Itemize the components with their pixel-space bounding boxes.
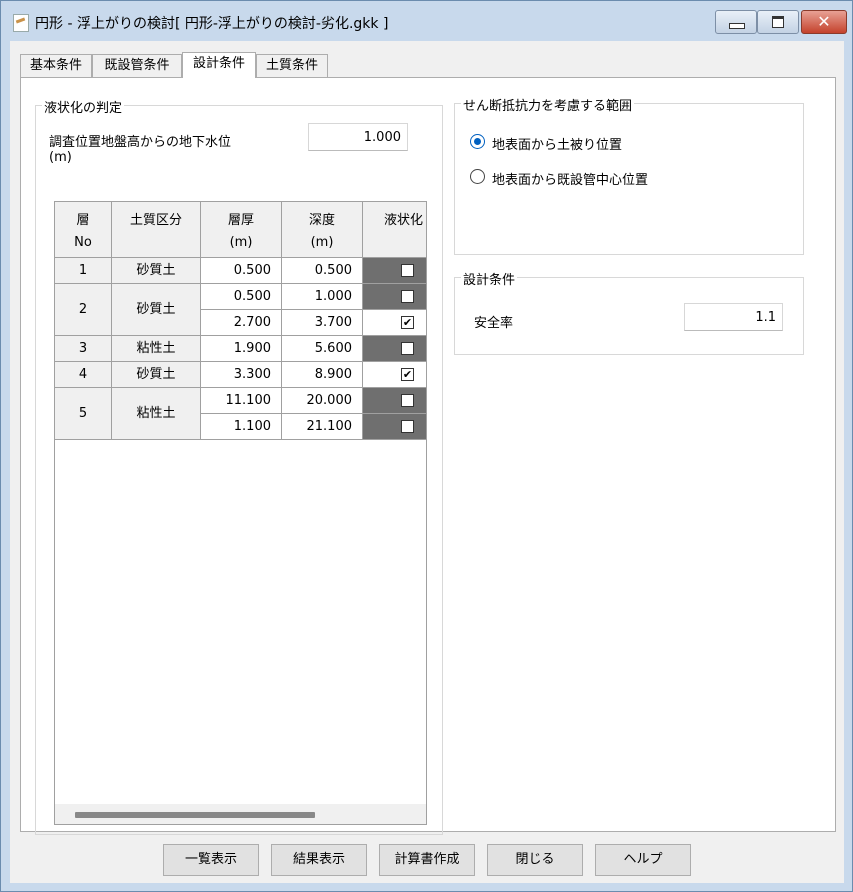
soil-type-cell[interactable]: 粘性土 [112, 388, 201, 440]
header-depth: 深度 (m) [282, 202, 363, 258]
liquefaction-cell [363, 414, 426, 440]
design-conditions-group-title: 設計条件 [461, 269, 518, 288]
thickness-cell[interactable]: 2.700 [201, 310, 282, 336]
radio-ground-to-pipe-center[interactable] [470, 169, 485, 184]
tab-existing-pipe-conditions[interactable]: 既設管条件 [92, 54, 182, 77]
design-conditions-group: 設計条件 安全率 1.1 [454, 269, 804, 355]
liquefaction-checkbox[interactable] [401, 342, 414, 355]
depth-cell: 8.900 [282, 362, 363, 388]
tab-page-design-conditions: 液状化の判定 調査位置地盤高からの地下水位 (m) 1.000 層 No 土質区… [20, 77, 836, 835]
soil-layer-grid[interactable]: 層 No 土質区分 層厚 (m) 深度 (m) 液状化 1 砂質土 0.500 … [54, 201, 427, 825]
liquefaction-cell: ✔ [363, 310, 426, 336]
soil-type-cell[interactable]: 砂質土 [112, 362, 201, 388]
liquefaction-checkbox-checked[interactable]: ✔ [401, 368, 414, 381]
minimize-icon [729, 23, 745, 29]
title-bar[interactable]: 円形 - 浮上がりの検討[ 円形-浮上がりの検討-劣化.gkk ] ✕ [1, 1, 852, 41]
water-level-input[interactable]: 1.000 [308, 123, 408, 151]
liquefaction-group: 液状化の判定 調査位置地盤高からの地下水位 (m) 1.000 層 No 土質区… [35, 97, 443, 835]
header-liquefaction: 液状化 [363, 202, 426, 258]
liquefaction-checkbox-checked[interactable]: ✔ [401, 316, 414, 329]
results-view-button[interactable]: 結果表示 [271, 844, 367, 876]
liquefaction-cell [363, 284, 426, 310]
radio-ground-to-pipe-center-label[interactable]: 地表面から既設管中心位置 [492, 169, 648, 188]
tab-basic-conditions[interactable]: 基本条件 [20, 54, 92, 77]
thickness-cell[interactable]: 0.500 [201, 284, 282, 310]
shear-range-group: せん断抵抗力を考慮する範囲 地表面から土被り位置 地表面から既設管中心位置 [454, 95, 804, 255]
close-button[interactable]: 閉じる [487, 844, 583, 876]
depth-cell: 5.600 [282, 336, 363, 362]
safety-factor-input[interactable]: 1.1 [684, 303, 783, 331]
layer-no-cell: 5 [55, 388, 112, 440]
minimize-button[interactable] [715, 10, 757, 34]
liquefaction-group-title: 液状化の判定 [42, 97, 125, 116]
app-icon [13, 14, 29, 32]
header-layer-no-line2: No [74, 235, 92, 250]
thickness-cell[interactable]: 1.100 [201, 414, 282, 440]
header-layer-no: 層 No [55, 202, 112, 258]
liquefaction-cell [363, 388, 426, 414]
liquefaction-checkbox[interactable] [401, 290, 414, 303]
liquefaction-cell [363, 336, 426, 362]
depth-cell: 0.500 [282, 258, 363, 284]
shear-range-group-title: せん断抵抗力を考慮する範囲 [461, 95, 635, 114]
list-view-button[interactable]: 一覧表示 [163, 844, 259, 876]
horizontal-scrollbar[interactable] [55, 804, 426, 824]
tab-design-conditions[interactable]: 設計条件 [182, 52, 256, 78]
maximize-icon [772, 16, 784, 28]
soil-type-cell[interactable]: 粘性土 [112, 336, 201, 362]
app-window: 円形 - 浮上がりの検討[ 円形-浮上がりの検討-劣化.gkk ] ✕ 基本条件… [0, 0, 853, 892]
safety-factor-label: 安全率 [474, 316, 514, 331]
liquefaction-cell [363, 258, 426, 284]
layer-no-cell: 3 [55, 336, 112, 362]
header-liquefaction-text: 液状化 [384, 213, 424, 228]
layer-no-cell: 4 [55, 362, 112, 388]
layer-no-cell: 2 [55, 284, 112, 336]
thickness-cell[interactable]: 1.900 [201, 336, 282, 362]
radio-ground-to-cover-label[interactable]: 地表面から土被り位置 [492, 134, 622, 153]
depth-cell: 3.700 [282, 310, 363, 336]
liquefaction-cell: ✔ [363, 362, 426, 388]
dialog-client-area: 基本条件 既設管条件 設計条件 土質条件 液状化の判定 調査位置地盤高からの地下… [10, 41, 844, 883]
horizontal-scrollbar-thumb[interactable] [75, 812, 315, 818]
thickness-cell[interactable]: 11.100 [201, 388, 282, 414]
help-button[interactable]: ヘルプ [595, 844, 691, 876]
depth-cell: 20.000 [282, 388, 363, 414]
tab-soil-conditions[interactable]: 土質条件 [256, 54, 328, 77]
thickness-cell[interactable]: 3.300 [201, 362, 282, 388]
maximize-button[interactable] [757, 10, 799, 34]
radio-ground-to-cover[interactable] [470, 134, 485, 149]
thickness-cell[interactable]: 0.500 [201, 258, 282, 284]
liquefaction-checkbox[interactable] [401, 420, 414, 433]
close-window-button[interactable]: ✕ [801, 10, 847, 34]
header-depth-line1: 深度 [308, 213, 335, 228]
water-level-unit: (m) [49, 150, 72, 165]
header-soil-type-text: 土質区分 [129, 213, 182, 228]
depth-cell: 1.000 [282, 284, 363, 310]
header-thickness: 層厚 (m) [201, 202, 282, 258]
close-icon: ✕ [817, 12, 831, 31]
header-thickness-line2: (m) [229, 235, 253, 250]
layer-no-cell: 1 [55, 258, 112, 284]
header-layer-no-line1: 層 [76, 213, 90, 228]
water-level-label: 調査位置地盤高からの地下水位 [49, 135, 232, 150]
header-thickness-line1: 層厚 [227, 213, 254, 228]
soil-type-cell[interactable]: 砂質土 [112, 258, 201, 284]
header-soil-type: 土質区分 [112, 202, 201, 258]
soil-type-cell[interactable]: 砂質土 [112, 284, 201, 336]
header-depth-line2: (m) [310, 235, 334, 250]
window-title: 円形 - 浮上がりの検討[ 円形-浮上がりの検討-劣化.gkk ] [35, 16, 389, 32]
liquefaction-checkbox[interactable] [401, 394, 414, 407]
create-report-button[interactable]: 計算書作成 [379, 844, 475, 876]
liquefaction-checkbox[interactable] [401, 264, 414, 277]
depth-cell: 21.100 [282, 414, 363, 440]
